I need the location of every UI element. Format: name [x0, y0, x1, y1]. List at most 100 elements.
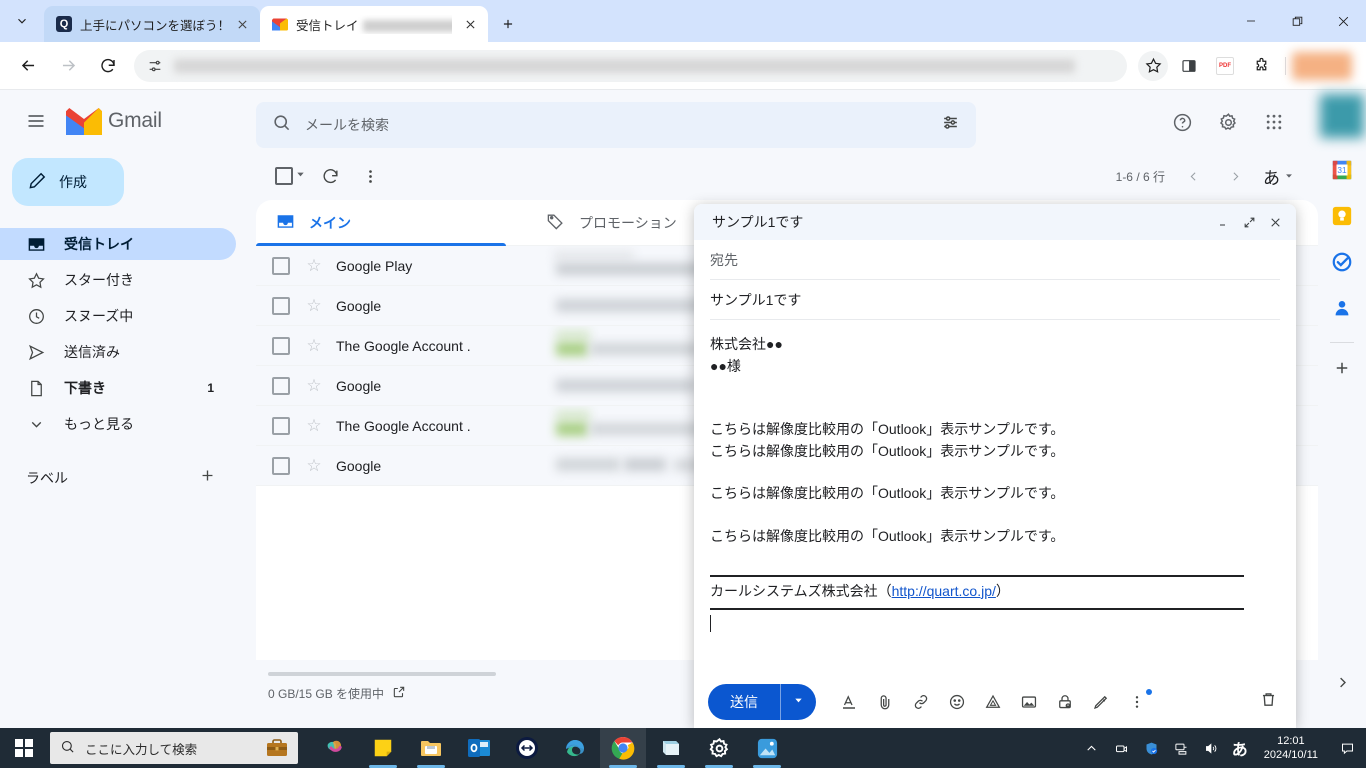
close-icon[interactable]: [232, 14, 252, 34]
close-icon[interactable]: [460, 14, 480, 34]
bookmark-icon[interactable]: [1138, 50, 1168, 81]
tab-primary[interactable]: メイン: [256, 200, 526, 246]
add-app-icon[interactable]: [1333, 359, 1351, 383]
search-input[interactable]: メールを検索: [256, 102, 976, 148]
sidebar-item-sent[interactable]: 送信済み: [0, 336, 236, 368]
minimize-button[interactable]: [1228, 0, 1274, 42]
compose-minimize-icon[interactable]: [1210, 209, 1236, 235]
sidebar-item-inbox[interactable]: 受信トレイ: [0, 228, 236, 260]
taskbar-clock[interactable]: 12:01 2024/10/11: [1258, 734, 1324, 762]
chevron-down-icon[interactable]: [295, 167, 306, 185]
compose-fullscreen-icon[interactable]: [1236, 209, 1262, 235]
discard-draft-icon[interactable]: [1259, 690, 1278, 714]
open-in-new-icon[interactable]: [392, 685, 406, 702]
address-bar[interactable]: [134, 49, 1127, 82]
browser-tab-2[interactable]: 受信トレイ: [260, 6, 488, 42]
pdf-extension-icon[interactable]: PDF: [1210, 51, 1240, 81]
settings-gear-icon[interactable]: [1208, 102, 1248, 142]
star-icon[interactable]: ☆: [304, 416, 324, 436]
extensions-icon[interactable]: [1246, 51, 1276, 81]
refresh-button[interactable]: [312, 158, 348, 194]
new-tab-button[interactable]: [494, 10, 522, 38]
camera-privacy-icon[interactable]: [1112, 738, 1132, 758]
star-icon[interactable]: ☆: [304, 296, 324, 316]
add-label-icon[interactable]: [199, 467, 216, 489]
row-checkbox[interactable]: [272, 416, 290, 435]
taskbar-app-teamviewer[interactable]: [504, 728, 550, 768]
taskbar-app-edge[interactable]: [552, 728, 598, 768]
taskbar-app-sticky-notes[interactable]: [360, 728, 406, 768]
expand-rail-icon[interactable]: [1335, 675, 1350, 694]
format-text-icon[interactable]: [834, 687, 864, 717]
network-icon[interactable]: [1172, 738, 1192, 758]
briefcase-icon[interactable]: [264, 736, 290, 760]
send-options-icon[interactable]: [781, 695, 816, 709]
contacts-icon[interactable]: [1328, 294, 1356, 322]
taskbar-app-file-explorer[interactable]: [408, 728, 454, 768]
compose-close-icon[interactable]: [1262, 209, 1288, 235]
keep-icon[interactable]: [1328, 202, 1356, 230]
taskbar-app-chrome[interactable]: [600, 728, 646, 768]
taskbar-search[interactable]: ここに入力して検索: [50, 732, 298, 764]
gmail-logo[interactable]: Gmail: [66, 107, 162, 135]
row-checkbox[interactable]: [272, 376, 290, 395]
send-button[interactable]: 送信: [708, 684, 816, 720]
star-icon[interactable]: ☆: [304, 456, 324, 476]
sidebar-item-snoozed[interactable]: スヌーズ中: [0, 300, 236, 332]
row-checkbox[interactable]: [272, 456, 290, 475]
start-button[interactable]: [0, 728, 48, 768]
star-icon[interactable]: ☆: [304, 376, 324, 396]
compose-button[interactable]: 作成: [12, 158, 124, 206]
calendar-icon[interactable]: 31: [1328, 156, 1356, 184]
site-settings-icon[interactable]: [146, 57, 164, 75]
sidebar-item-starred[interactable]: スター付き: [0, 264, 236, 296]
subject-field[interactable]: サンプル1です: [710, 280, 1280, 320]
back-button[interactable]: [11, 49, 45, 83]
taskbar-app-outlook[interactable]: [456, 728, 502, 768]
star-icon[interactable]: ☆: [304, 336, 324, 356]
filter-options-icon[interactable]: [941, 113, 960, 137]
row-checkbox[interactable]: [272, 336, 290, 355]
star-icon[interactable]: ☆: [304, 256, 324, 276]
more-options-icon[interactable]: [1122, 687, 1152, 717]
taskbar-app-settings[interactable]: [696, 728, 742, 768]
input-mode-button[interactable]: あ: [1263, 164, 1294, 189]
insert-signature-icon[interactable]: [1086, 687, 1116, 717]
browser-tab-1[interactable]: Q 上手にパソコンを選ぼう！～解像度: [44, 6, 260, 42]
volume-icon[interactable]: [1202, 738, 1222, 758]
notification-icon[interactable]: [1334, 728, 1360, 768]
tray-overflow-icon[interactable]: [1082, 738, 1102, 758]
attach-file-icon[interactable]: [870, 687, 900, 717]
close-button[interactable]: [1320, 0, 1366, 42]
insert-link-icon[interactable]: [906, 687, 936, 717]
sidebar-item-drafts[interactable]: 下書き 1: [0, 372, 236, 404]
forward-button[interactable]: [51, 49, 85, 83]
sidebar-item-more[interactable]: もっと見る: [0, 408, 236, 440]
more-options-button[interactable]: [352, 158, 388, 194]
reload-button[interactable]: [91, 49, 125, 83]
google-apps-icon[interactable]: [1254, 102, 1294, 142]
main-menu-icon[interactable]: [14, 99, 58, 143]
prev-page-button[interactable]: [1179, 162, 1207, 190]
compose-header[interactable]: サンプル1です: [694, 204, 1296, 240]
security-shield-icon[interactable]: [1142, 738, 1162, 758]
row-checkbox[interactable]: [272, 296, 290, 315]
insert-emoji-icon[interactable]: [942, 687, 972, 717]
row-checkbox[interactable]: [272, 256, 290, 275]
tasks-icon[interactable]: [1328, 248, 1356, 276]
tab-search-chevron-icon[interactable]: [0, 0, 44, 42]
taskbar-app-copilot[interactable]: [312, 728, 358, 768]
profile-avatar[interactable]: [1292, 51, 1352, 80]
insert-photo-icon[interactable]: [1014, 687, 1044, 717]
next-page-button[interactable]: [1221, 162, 1249, 190]
signature-url-link[interactable]: http://quart.co.jp/: [892, 583, 996, 599]
maximize-button[interactable]: [1274, 0, 1320, 42]
select-all-checkbox[interactable]: [272, 158, 308, 194]
ime-indicator[interactable]: あ: [1232, 736, 1248, 760]
confidential-mode-icon[interactable]: [1050, 687, 1080, 717]
taskbar-app-store[interactable]: [648, 728, 694, 768]
split-view-icon[interactable]: [1174, 51, 1204, 81]
insert-drive-icon[interactable]: [978, 687, 1008, 717]
to-field[interactable]: 宛先: [710, 240, 1280, 280]
help-icon[interactable]: [1162, 102, 1202, 142]
